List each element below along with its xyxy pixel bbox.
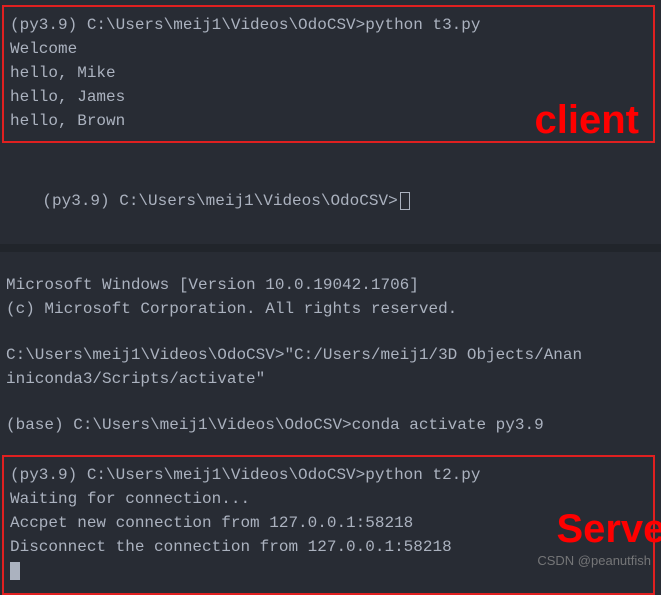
windows-version-line: Microsoft Windows [Version 10.0.19042.17… — [6, 273, 655, 297]
conda-activate-line: (base) C:\Users\meij1\Videos\OdoCSV>cond… — [6, 413, 655, 437]
copyright-line: (c) Microsoft Corporation. All rights re… — [6, 297, 655, 321]
client-output-welcome: Welcome — [10, 37, 647, 61]
server-waiting-line: Waiting for connection... — [10, 487, 647, 511]
client-cmd-line: (py3.9) C:\Users\meij1\Videos\OdoCSV>pyt… — [10, 13, 647, 37]
activate-cmd-line1: C:\Users\meij1\Videos\OdoCSV>"C:/Users/m… — [6, 343, 655, 367]
cursor-block — [10, 562, 20, 580]
middle-terminal-section: Microsoft Windows [Version 10.0.19042.17… — [0, 257, 661, 453]
server-label: Server — [556, 499, 661, 559]
server-cmd-line: (py3.9) C:\Users\meij1\Videos\OdoCSV>pyt… — [10, 463, 647, 487]
idle-prompt-line[interactable]: (py3.9) C:\Users\meij1\Videos\OdoCSV> — [0, 163, 661, 239]
client-output-mike: hello, Mike — [10, 61, 647, 85]
terminal-container: (py3.9) C:\Users\meij1\Videos\OdoCSV>pyt… — [0, 5, 661, 595]
cursor-outline — [400, 192, 410, 210]
spacer — [6, 261, 655, 273]
spacer — [6, 437, 655, 449]
server-accept-line: Accpet new connection from 127.0.0.1:582… — [10, 511, 647, 535]
spacer — [6, 321, 655, 343]
activate-cmd-line2: iniconda3/Scripts/activate" — [6, 367, 655, 391]
idle-prompt-text: (py3.9) C:\Users\meij1\Videos\OdoCSV> — [42, 192, 397, 210]
client-label: client — [535, 90, 639, 150]
pane-separator — [0, 244, 661, 252]
spacer — [6, 391, 655, 413]
